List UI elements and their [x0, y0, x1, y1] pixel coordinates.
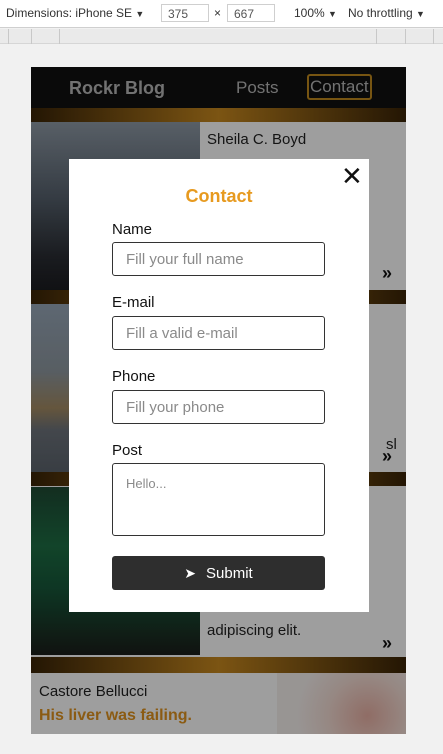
phone-label: Phone	[112, 368, 156, 385]
throttle-selector[interactable]: No throttling ▼	[348, 6, 425, 20]
submit-label: Submit	[206, 564, 253, 582]
modal-title: Contact	[185, 186, 253, 206]
email-input[interactable]	[112, 316, 325, 350]
name-input[interactable]	[112, 242, 325, 276]
width-input[interactable]: 375	[161, 4, 209, 22]
post-textarea[interactable]	[112, 463, 325, 536]
device-selector[interactable]: Dimensions: iPhone SE ▼	[6, 6, 144, 20]
chevron-down-icon: ▼	[416, 9, 425, 19]
height-input[interactable]: 667	[227, 4, 275, 22]
email-label: E-mail	[112, 294, 155, 311]
name-label: Name	[112, 221, 153, 238]
submit-button[interactable]: ➤ Submit	[112, 556, 325, 590]
phone-input[interactable]	[112, 390, 325, 424]
post-label: Post	[112, 442, 143, 459]
dimension-times: ×	[214, 6, 222, 20]
chevron-down-icon: ▼	[328, 9, 337, 19]
media-query-ruler[interactable]	[0, 29, 443, 44]
devtools-toolbar: Dimensions: iPhone SE ▼ 375 × 667 100% ▼…	[0, 0, 443, 28]
zoom-label: 100%	[294, 6, 325, 20]
contact-modal: ✕ Contact Name E-mail Phone Post ➤Submit	[69, 159, 369, 612]
device-label: Dimensions: iPhone SE	[6, 6, 133, 20]
chevron-down-icon: ▼	[135, 9, 145, 19]
zoom-selector[interactable]: 100% ▼	[294, 6, 337, 20]
throttle-label: No throttling	[348, 6, 413, 20]
send-icon: ➤	[184, 564, 197, 581]
